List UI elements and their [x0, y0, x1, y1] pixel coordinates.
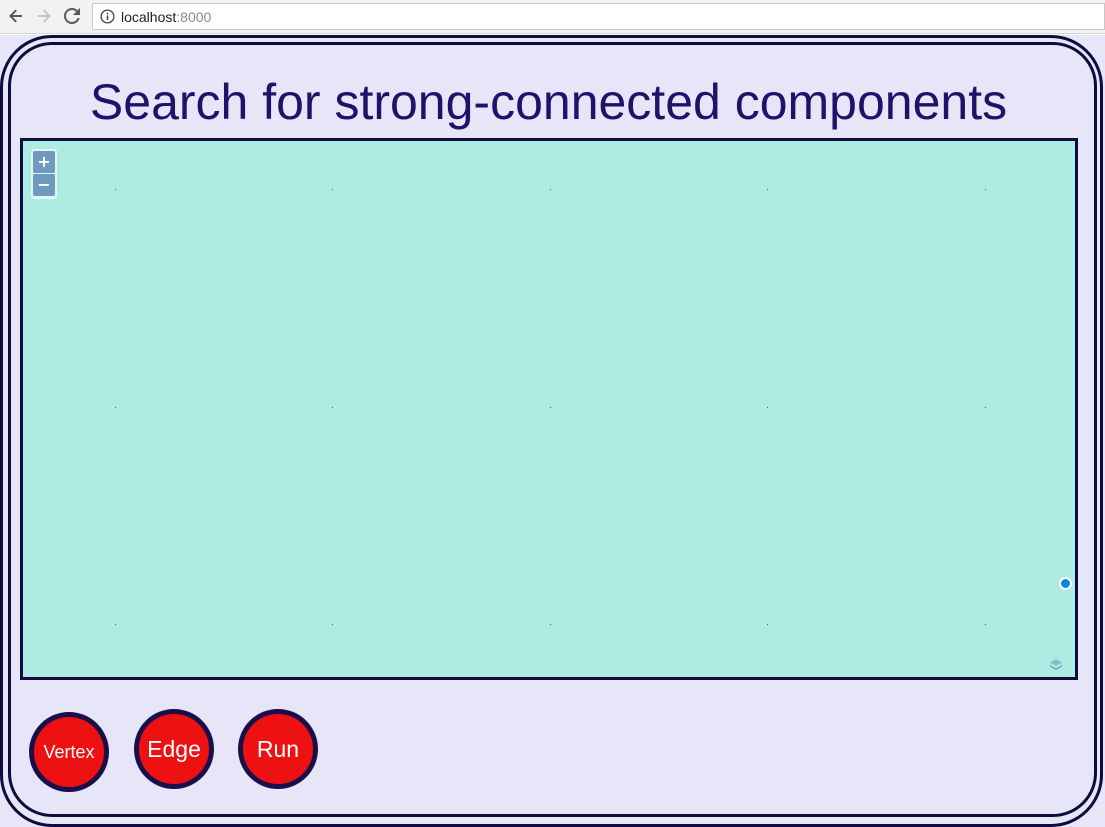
grid-dot	[985, 407, 986, 408]
grid-dot	[332, 624, 333, 625]
grid-dot	[332, 407, 333, 408]
app-page: Search for strong-connected components +…	[0, 35, 1105, 827]
info-icon[interactable]	[100, 9, 115, 24]
grid-dot	[115, 624, 116, 625]
url-host: localhost	[121, 9, 177, 25]
run-button[interactable]: Run	[238, 709, 318, 789]
url-port: :8000	[176, 9, 212, 25]
map-canvas[interactable]: + −	[20, 138, 1078, 680]
reload-icon[interactable]	[61, 5, 83, 27]
grid-dot	[767, 407, 768, 408]
grid-dot	[767, 624, 768, 625]
grid-dot	[550, 624, 551, 625]
grid-dot	[985, 189, 986, 190]
page-title: Search for strong-connected components	[89, 74, 1008, 130]
url-text: localhost:8000	[121, 9, 211, 25]
grid-dot	[115, 189, 116, 190]
edge-button[interactable]: Edge	[134, 709, 214, 789]
grid-dot	[115, 407, 116, 408]
grid-dot	[767, 189, 768, 190]
browser-toolbar: localhost:8000	[0, 0, 1105, 34]
address-bar[interactable]: localhost:8000	[92, 3, 1105, 30]
grid-dot	[550, 407, 551, 408]
grid-dot	[985, 624, 986, 625]
back-arrow-icon[interactable]	[5, 5, 27, 27]
grid-dot	[550, 189, 551, 190]
layers-icon[interactable]	[1049, 658, 1063, 672]
grid-dot	[332, 189, 333, 190]
zoom-in-button[interactable]: +	[33, 151, 55, 173]
zoom-out-button[interactable]: −	[33, 174, 55, 196]
location-dot-icon[interactable]	[1059, 577, 1072, 590]
zoom-control: + −	[31, 149, 57, 199]
forward-arrow-icon[interactable]	[33, 5, 55, 27]
vertex-button[interactable]: Vertex	[29, 712, 109, 792]
